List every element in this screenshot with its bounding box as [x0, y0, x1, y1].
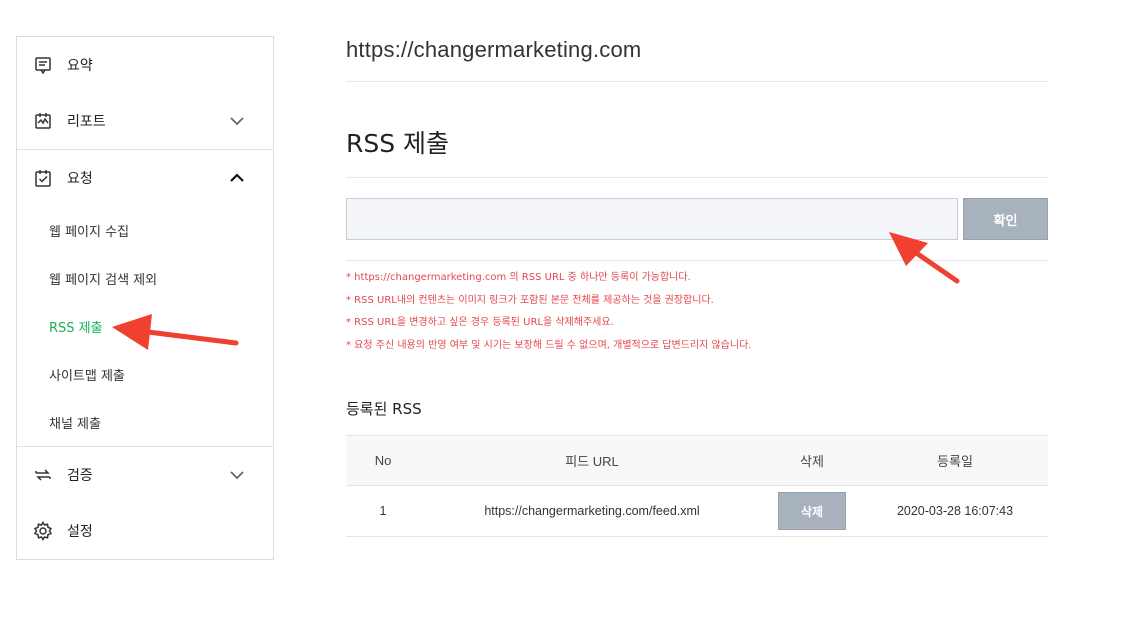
rss-url-input[interactable] — [346, 198, 958, 240]
chevron-up-icon[interactable] — [229, 170, 245, 186]
note-item: * 요청 주신 내용의 반영 여부 및 시기는 보장해 드릴 수 없으며, 개별… — [346, 339, 752, 351]
note-item: * RSS URL을 변경하고 싶은 경우 등록된 URL을 삭제해주세요. — [346, 317, 614, 328]
row-feed-url: https://changermarketing.com/feed.xml — [484, 504, 700, 518]
sidebar-item-report[interactable]: 리포트 — [17, 93, 273, 149]
page-title: RSS 제출 — [346, 129, 450, 158]
sidebar-item-verify[interactable]: 검증 — [17, 447, 273, 503]
confirm-button[interactable]: 확인 — [963, 198, 1048, 240]
sub-item-channel-submit[interactable]: 채널 제출 — [49, 413, 101, 432]
site-url-title: https://changermarketing.com — [346, 37, 642, 62]
note-item: * RSS URL내의 컨텐츠는 이미지 링크가 포함된 본문 전체를 제공하는… — [346, 294, 714, 306]
header-feed-url: 피드 URL — [565, 454, 619, 469]
sidebar-item-label: 설정 — [67, 524, 93, 540]
summary-icon — [33, 55, 53, 75]
sub-item-rss-submit[interactable]: RSS 제출 — [49, 317, 103, 336]
header-no: No — [374, 453, 392, 468]
row-delete-cell: 삭제 — [764, 486, 860, 536]
sub-item-web-page-exclude[interactable]: 웹 페이지 검색 제외 — [49, 269, 157, 288]
table-row: 1 https://changermarketing.com/feed.xml … — [346, 486, 1048, 537]
divider — [346, 81, 1048, 82]
table-header: No 피드 URL 삭제 등록일 — [346, 435, 1048, 486]
sidebar: 요약 리포트 요청 웹 페이지 수집 웹 페이지 검색 제외 RSS 제출 사이… — [16, 36, 274, 560]
row-date: 2020-03-28 16:07:43 — [896, 504, 1014, 518]
chevron-down-icon[interactable] — [229, 113, 245, 129]
report-icon — [33, 111, 53, 131]
divider — [346, 260, 1048, 261]
sub-item-web-page-collect[interactable]: 웹 페이지 수집 — [49, 221, 129, 240]
sidebar-item-label: 요청 — [67, 171, 93, 187]
request-icon — [33, 168, 53, 188]
row-no: 1 — [379, 504, 387, 518]
note-item: * https://changermarketing.com 의 RSS URL… — [346, 272, 691, 283]
sidebar-item-settings[interactable]: 설정 — [17, 503, 273, 559]
delete-button[interactable]: 삭제 — [778, 492, 846, 530]
notes-list: * https://changermarketing.com 의 RSS URL… — [346, 270, 751, 360]
sidebar-item-label: 요약 — [67, 58, 93, 74]
header-delete: 삭제 — [800, 454, 824, 469]
sidebar-item-request[interactable]: 요청 — [17, 150, 273, 206]
divider — [346, 177, 1048, 178]
verify-icon — [33, 465, 53, 485]
rss-table: No 피드 URL 삭제 등록일 1 https://changermarket… — [346, 435, 1048, 537]
sub-item-sitemap-submit[interactable]: 사이트맵 제출 — [49, 365, 125, 384]
sidebar-item-summary[interactable]: 요약 — [17, 37, 273, 93]
registered-rss-title: 등록된 RSS — [346, 400, 422, 418]
header-date: 등록일 — [937, 454, 973, 469]
chevron-down-icon[interactable] — [229, 467, 245, 483]
sidebar-item-label: 리포트 — [67, 114, 106, 130]
sidebar-item-label: 검증 — [67, 468, 93, 484]
gear-icon — [33, 521, 53, 541]
